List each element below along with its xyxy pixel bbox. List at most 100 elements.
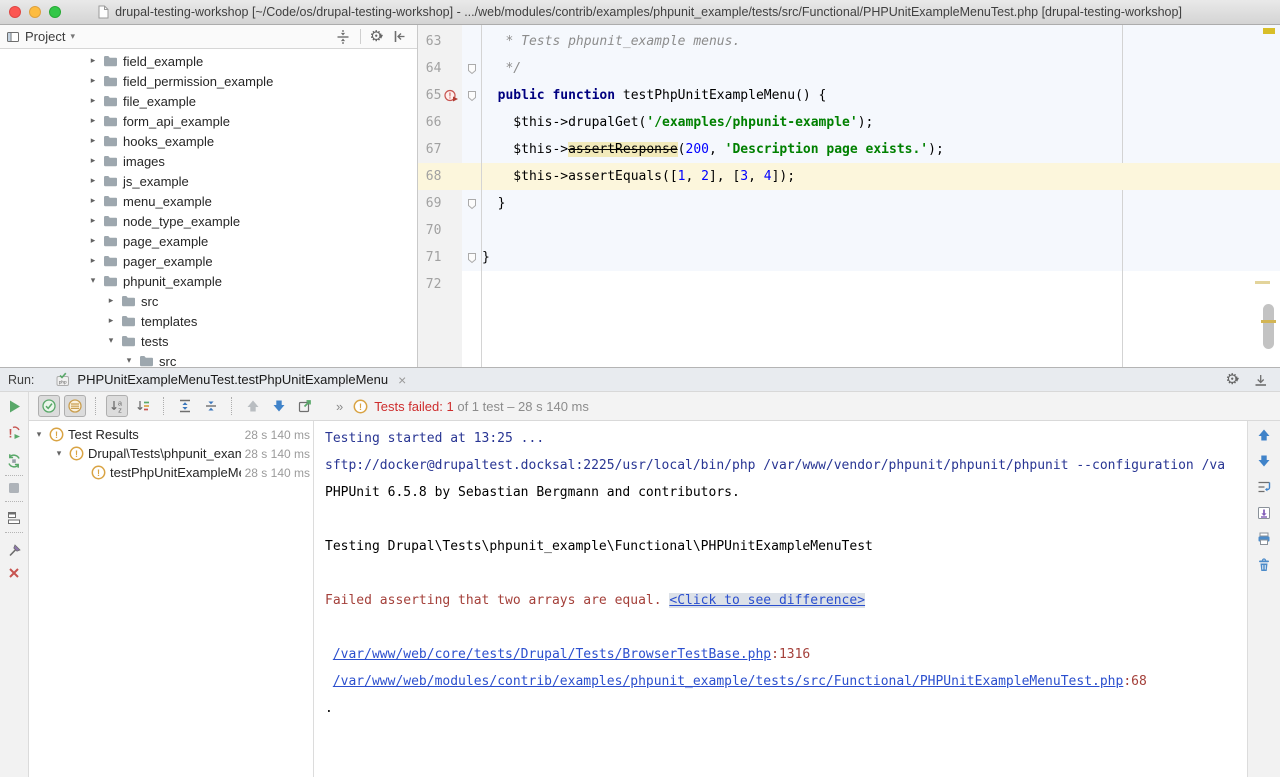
- project-tree-item-templates[interactable]: ▸templates: [0, 311, 417, 331]
- project-tree-item-tests[interactable]: ▾tests: [0, 331, 417, 351]
- expand-arrow-icon[interactable]: ▸: [88, 256, 98, 266]
- collapse-arrow-icon[interactable]: ▾: [124, 356, 134, 366]
- project-tree-item-page_example[interactable]: ▸page_example: [0, 231, 417, 251]
- test-tree-item[interactable]: ▾!Test Results28 s 140 ms: [29, 425, 313, 444]
- collapse-all-icon[interactable]: [335, 29, 351, 45]
- expand-arrow-icon[interactable]: ▸: [106, 316, 116, 326]
- expand-arrow-icon[interactable]: ▸: [88, 156, 98, 166]
- expand-arrow-icon[interactable]: ▸: [88, 56, 98, 66]
- show-passed-icon[interactable]: [38, 395, 60, 417]
- expand-arrow-icon[interactable]: ▸: [88, 236, 98, 246]
- settings-gear-icon[interactable]: ⚙▾: [1226, 372, 1239, 387]
- expand-all-icon[interactable]: [174, 395, 196, 417]
- code-line-67[interactable]: 67 $this->assertResponse(200, 'Descripti…: [418, 136, 1280, 163]
- project-tree: ▸field_example▸field_permission_example▸…: [0, 49, 417, 367]
- project-tree-item-images[interactable]: ▸images: [0, 151, 417, 171]
- project-tree-item-menu_example[interactable]: ▸menu_example: [0, 191, 417, 211]
- code-line-64[interactable]: 64 */: [418, 55, 1280, 82]
- project-tree-item-hooks_example[interactable]: ▸hooks_example: [0, 131, 417, 151]
- fold-marker-icon[interactable]: [467, 198, 477, 210]
- fold-marker-icon[interactable]: [467, 63, 477, 75]
- code-line-69[interactable]: 69 }: [418, 190, 1280, 217]
- project-tree-item-pager_example[interactable]: ▸pager_example: [0, 251, 417, 271]
- expand-arrow-icon[interactable]: ▸: [106, 296, 116, 306]
- code-line-63[interactable]: 63 * Tests phpunit_example menus.: [418, 28, 1280, 55]
- collapse-arrow-icon[interactable]: ▾: [106, 336, 116, 346]
- project-tree-item-file_example[interactable]: ▸file_example: [0, 91, 417, 111]
- project-tree-item-src[interactable]: ▾src: [0, 351, 417, 367]
- settings-gear-icon[interactable]: ⚙▾: [370, 29, 383, 44]
- more-actions-chevron[interactable]: »: [336, 399, 343, 414]
- pin-tab-icon[interactable]: [5, 543, 23, 559]
- fold-marker-icon[interactable]: [467, 90, 477, 102]
- code-line-65[interactable]: 65! public function testPhpUnitExampleMe…: [418, 82, 1280, 109]
- expand-arrow-icon[interactable]: ▸: [88, 96, 98, 106]
- test-tree-item[interactable]: !testPhpUnitExampleMenu28 s 140 ms: [29, 463, 313, 482]
- up-stack-trace-icon[interactable]: [1255, 427, 1273, 443]
- expand-arrow-icon[interactable]: ▸: [88, 216, 98, 226]
- close-icon[interactable]: [5, 565, 23, 581]
- console-hyperlink[interactable]: <Click to see difference>: [669, 593, 865, 608]
- folder-name: form_api_example: [123, 114, 230, 129]
- project-tree-item-node_type_example[interactable]: ▸node_type_example: [0, 211, 417, 231]
- close-window-button[interactable]: [9, 6, 21, 18]
- show-ignored-icon[interactable]: [64, 395, 86, 417]
- toggle-auto-test-icon[interactable]: [5, 453, 23, 469]
- expand-arrow-icon[interactable]: ▸: [88, 196, 98, 206]
- hide-panel-icon[interactable]: [392, 29, 407, 44]
- scroll-to-end-icon[interactable]: [1255, 505, 1273, 521]
- collapse-all-icon[interactable]: [200, 395, 222, 417]
- restore-layout-icon[interactable]: [5, 510, 23, 526]
- fold-marker-icon[interactable]: [467, 252, 477, 264]
- code-line-72[interactable]: 72: [418, 271, 1280, 298]
- console-hyperlink[interactable]: /var/www/web/core/tests/Drupal/Tests/Bro…: [333, 647, 771, 662]
- project-tree-item-field_example[interactable]: ▸field_example: [0, 51, 417, 71]
- editor-vertical-scrollbar[interactable]: [1263, 304, 1274, 349]
- print-icon[interactable]: [1255, 531, 1273, 547]
- down-stack-trace-icon[interactable]: [1255, 453, 1273, 469]
- code-line-71[interactable]: 71}: [418, 244, 1280, 271]
- test-failed-gutter-icon[interactable]: !: [444, 89, 462, 102]
- expand-arrow-icon[interactable]: ▸: [88, 76, 98, 86]
- zoom-window-button[interactable]: [49, 6, 61, 18]
- editor[interactable]: 63 * Tests phpunit_example menus.64 */65…: [418, 25, 1280, 367]
- sort-by-duration-icon[interactable]: [132, 395, 154, 417]
- project-tree-item-js_example[interactable]: ▸js_example: [0, 171, 417, 191]
- code-line-68[interactable]: 68 $this->assertEquals([1, 2], [3, 4]);: [418, 163, 1280, 190]
- svg-text:!: !: [97, 468, 100, 478]
- rerun-failed-tests-icon[interactable]: !: [5, 425, 23, 441]
- project-tree-item-field_permission_example[interactable]: ▸field_permission_example: [0, 71, 417, 91]
- previous-occurrence-icon[interactable]: [242, 395, 264, 417]
- rerun-icon[interactable]: [5, 398, 23, 414]
- expand-arrow-icon[interactable]: ▸: [88, 176, 98, 186]
- hide-bottom-icon[interactable]: [1253, 372, 1268, 387]
- close-tab-icon[interactable]: ×: [398, 373, 406, 387]
- expand-arrow-icon[interactable]: ▸: [88, 116, 98, 126]
- error-stripe-warning-mark[interactable]: [1255, 281, 1270, 284]
- project-tree-item-phpunit_example[interactable]: ▾phpunit_example: [0, 271, 417, 291]
- sort-alphabetically-icon[interactable]: az: [106, 395, 128, 417]
- project-panel-title[interactable]: Project: [25, 29, 65, 44]
- folder-icon: [121, 315, 136, 327]
- clear-all-icon[interactable]: [1255, 557, 1273, 573]
- chevron-down-icon[interactable]: ▾: [70, 32, 75, 42]
- test-tree-item[interactable]: ▾!Drupal\Tests\phpunit_example\Functiona…: [29, 444, 313, 463]
- run-configuration-tab[interactable]: php PHPUnitExampleMenuTest.testPhpUnitEx…: [48, 368, 414, 391]
- minimize-window-button[interactable]: [29, 6, 41, 18]
- next-occurrence-icon[interactable]: [268, 395, 290, 417]
- error-stripe-warning-mark[interactable]: [1263, 28, 1275, 34]
- splitter[interactable]: [313, 421, 314, 777]
- console-hyperlink[interactable]: /var/www/web/modules/contrib/examples/ph…: [333, 674, 1124, 689]
- export-test-results-icon[interactable]: [294, 395, 316, 417]
- project-tree-item-src[interactable]: ▸src: [0, 291, 417, 311]
- collapse-arrow-icon[interactable]: ▾: [53, 449, 65, 459]
- code-line-66[interactable]: 66 $this->drupalGet('/examples/phpunit-e…: [418, 109, 1280, 136]
- collapse-arrow-icon[interactable]: ▾: [33, 430, 45, 440]
- collapse-arrow-icon[interactable]: ▾: [88, 276, 98, 286]
- svg-text:php: php: [59, 380, 67, 385]
- code-line-70[interactable]: 70: [418, 217, 1280, 244]
- soft-wrap-icon[interactable]: [1255, 479, 1273, 495]
- expand-arrow-icon[interactable]: ▸: [88, 136, 98, 146]
- test-console[interactable]: Testing started at 13:25 ...sftp://docke…: [315, 421, 1247, 777]
- project-tree-item-form_api_example[interactable]: ▸ form_api_example: [0, 111, 417, 131]
